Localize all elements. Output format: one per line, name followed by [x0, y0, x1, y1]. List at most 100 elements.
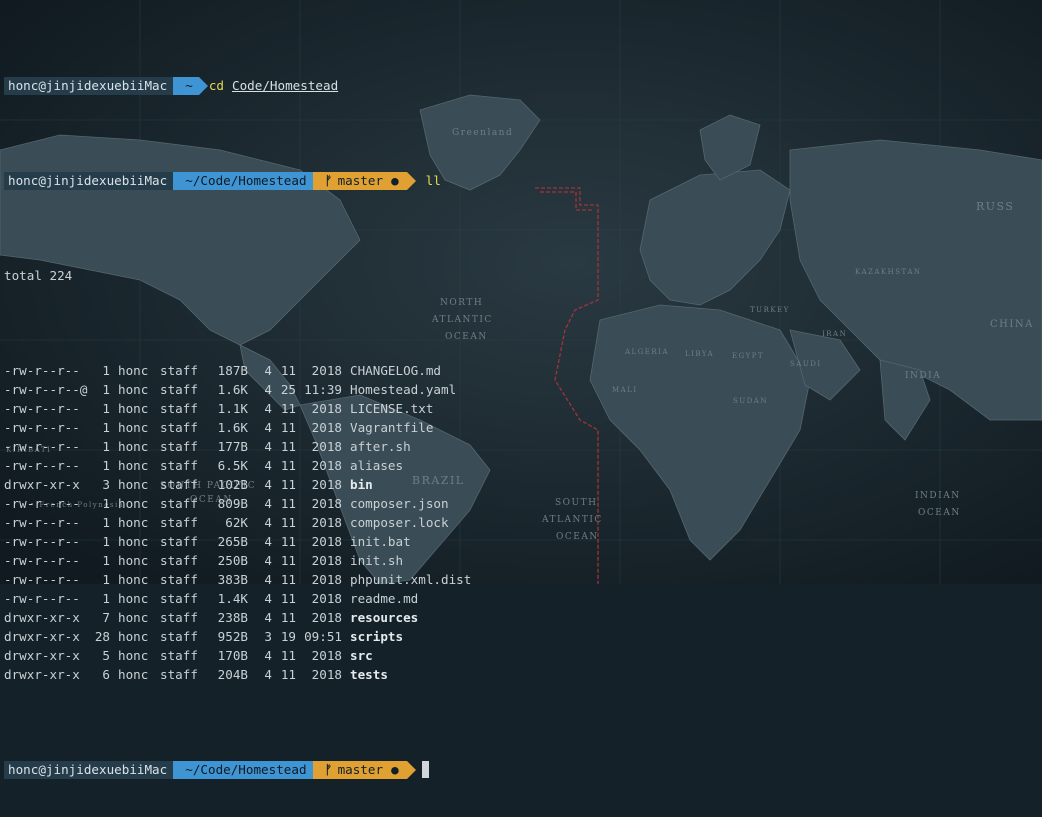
file-name: CHANGELOG.md: [350, 363, 441, 378]
file-month: 4: [264, 420, 272, 435]
command-argument: Code/Homestead: [232, 78, 339, 93]
file-user: honc: [118, 553, 149, 568]
file-day: 11: [280, 363, 296, 378]
file-month: 3: [264, 629, 272, 644]
file-row: -rw-r--r-- 1 honc staff 6.5K 4 11 2018 aliases: [4, 456, 1034, 475]
file-day: 11: [280, 458, 296, 473]
file-row: -rw-r--r--@ 1 honc staff 1.6K 4 25 11:39 Homeste…: [4, 380, 1034, 399]
file-group: staff: [160, 439, 198, 454]
powerline-separator-icon: [198, 76, 208, 95]
file-links: 1: [102, 591, 110, 606]
file-size: 102B: [217, 477, 248, 492]
file-size: 250B: [217, 553, 248, 568]
prompt-user: honc@jinjidexuebiiMac: [8, 762, 168, 777]
file-user: honc: [118, 591, 149, 606]
file-group: staff: [160, 667, 198, 682]
file-month: 4: [264, 496, 272, 511]
file-links: 1: [102, 553, 110, 568]
prompt-user-segment: honc@jinjidexuebiiMac: [4, 76, 183, 95]
file-size: 177B: [217, 439, 248, 454]
file-user: honc: [118, 648, 149, 663]
file-month: 4: [264, 363, 272, 378]
file-group: staff: [160, 534, 198, 549]
file-month: 4: [264, 648, 272, 663]
file-day: 25: [280, 382, 296, 397]
file-name: readme.md: [350, 591, 419, 606]
file-perm: -rw-r--r--@: [4, 382, 88, 397]
powerline-separator-icon: [406, 760, 416, 779]
file-day: 19: [280, 629, 296, 644]
file-name: aliases: [350, 458, 404, 473]
file-perm: -rw-r--r--: [4, 363, 80, 378]
file-day: 11: [280, 572, 296, 587]
file-listing: -rw-r--r-- 1 honc staff 187B 4 11 2018 CHANGELOG…: [4, 361, 1034, 684]
prompt-user: honc@jinjidexuebiiMac: [8, 173, 168, 188]
file-day: 11: [280, 610, 296, 625]
file-perm: drwxr-xr-x: [4, 667, 80, 682]
prompt-path: ~/Code/Homestead: [185, 173, 307, 188]
file-row: drwxr-xr-x 3 honc staff 102B 4 11 2018 bin: [4, 475, 1034, 494]
file-time: 2018: [311, 496, 342, 511]
file-perm: -rw-r--r--: [4, 515, 80, 530]
terminal-cursor[interactable]: [421, 761, 429, 778]
file-month: 4: [264, 572, 272, 587]
file-group: staff: [160, 401, 198, 416]
file-group: staff: [160, 629, 198, 644]
file-name: Vagrantfile: [350, 420, 434, 435]
file-group: staff: [160, 382, 198, 397]
file-row: -rw-r--r-- 1 honc staff 809B 4 11 2018 composer.…: [4, 494, 1034, 513]
prompt-line-3: honc@jinjidexuebiiMac ~/Code/Homestead ᚠ…: [4, 760, 1034, 779]
file-perm: drwxr-xr-x: [4, 477, 80, 492]
file-row: -rw-r--r-- 1 honc staff 250B 4 11 2018 init.sh: [4, 551, 1034, 570]
file-row: -rw-r--r-- 1 honc staff 265B 4 11 2018 init.bat: [4, 532, 1034, 551]
file-user: honc: [118, 420, 149, 435]
file-time: 2018: [311, 458, 342, 473]
file-day: 11: [280, 477, 296, 492]
file-month: 4: [264, 667, 272, 682]
file-day: 11: [280, 534, 296, 549]
file-name: Homestead.yaml: [350, 382, 457, 397]
file-row: -rw-r--r-- 1 honc staff 187B 4 11 2018 CHANGELOG…: [4, 361, 1034, 380]
file-user: honc: [118, 439, 149, 454]
git-branch-icon: ᚠ: [324, 173, 333, 188]
prompt-line-1: honc@jinjidexuebiiMac ~ cd Code/Homestea…: [4, 76, 1034, 95]
file-size: 187B: [217, 363, 248, 378]
file-links: 6: [102, 667, 110, 682]
git-branch-icon: ᚠ: [324, 762, 333, 777]
file-row: -rw-r--r-- 1 honc staff 62K 4 11 2018 composer.l…: [4, 513, 1034, 532]
file-month: 4: [264, 591, 272, 606]
file-month: 4: [264, 439, 272, 454]
file-size: 6.5K: [217, 458, 248, 473]
file-group: staff: [160, 610, 198, 625]
file-perm: -rw-r--r--: [4, 420, 80, 435]
file-month: 4: [264, 477, 272, 492]
file-month: 4: [264, 534, 272, 549]
file-perm: -rw-r--r--: [4, 534, 80, 549]
file-row: -rw-r--r-- 1 honc staff 1.6K 4 11 2018 Vagrantfi…: [4, 418, 1034, 437]
file-name: tests: [350, 667, 388, 682]
file-row: -rw-r--r-- 1 honc staff 177B 4 11 2018 after.sh: [4, 437, 1034, 456]
prompt-git-segment: ᚠ master ●: [312, 760, 407, 779]
prompt-home-path: ~: [185, 78, 193, 93]
command-name: ll: [425, 173, 441, 188]
file-links: 1: [102, 382, 110, 397]
file-time: 09:51: [304, 629, 342, 644]
file-time: 2018: [311, 648, 342, 663]
file-row: drwxr-xr-x 28 honc staff 952B 3 19 09:51 scripts: [4, 627, 1034, 646]
file-group: staff: [160, 420, 198, 435]
file-time: 2018: [311, 572, 342, 587]
file-size: 383B: [217, 572, 248, 587]
file-links: 1: [102, 439, 110, 454]
file-time: 2018: [311, 610, 342, 625]
file-user: honc: [118, 610, 149, 625]
file-group: staff: [160, 458, 198, 473]
file-name: scripts: [350, 629, 404, 644]
file-day: 11: [280, 515, 296, 530]
git-dirty-icon: ●: [391, 762, 399, 777]
git-dirty-icon: ●: [391, 173, 399, 188]
file-size: 204B: [217, 667, 248, 682]
file-perm: -rw-r--r--: [4, 458, 80, 473]
file-perm: -rw-r--r--: [4, 401, 80, 416]
file-name: composer.lock: [350, 515, 449, 530]
terminal-output[interactable]: honc@jinjidexuebiiMac ~ cd Code/Homestea…: [4, 0, 1034, 817]
